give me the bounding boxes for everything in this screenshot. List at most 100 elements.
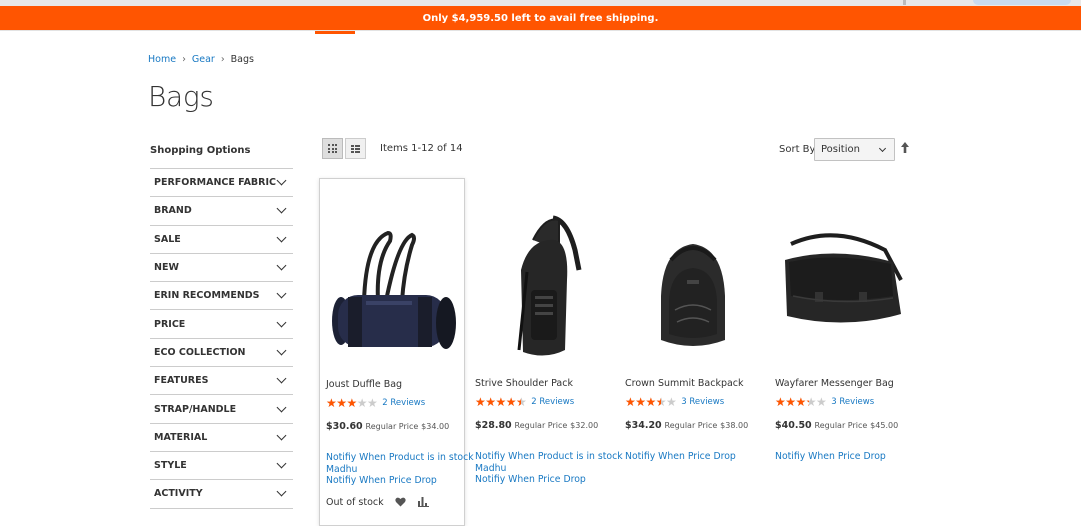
regular-price-label: Regular Price: [365, 422, 419, 431]
filter-features[interactable]: FEATURES: [150, 367, 293, 396]
chevron-down-icon: [276, 373, 287, 384]
rating-stars: ★★★★★★★★★★: [625, 395, 677, 409]
rating-stars-fill: ★★★★★: [475, 396, 521, 408]
regular-price: $32.00: [570, 421, 599, 430]
breadcrumb: Home › Gear › Bags: [148, 54, 254, 65]
chevron-down-icon: [276, 486, 287, 497]
free-shipping-banner: Only $4,959.50 left to avail free shippi…: [0, 6, 1081, 30]
notify-price-drop-link[interactable]: Notifiy When Price Drop: [475, 474, 623, 486]
free-shipping-text: Only $4,959.50 left to avail free shippi…: [422, 12, 659, 24]
product-name[interactable]: Strive Shoulder Pack: [475, 378, 573, 389]
product-price: $34.20 Regular Price $38.00: [625, 420, 748, 431]
notify-price-drop-link[interactable]: Notifiy When Price Drop: [625, 451, 736, 463]
breadcrumb-gear[interactable]: Gear: [192, 54, 215, 65]
grid-view-button[interactable]: [322, 138, 343, 159]
product-rating: ★★★★★★★★★★ 3 Reviews: [775, 396, 874, 408]
product-links: Notifiy When Price Drop: [775, 451, 886, 463]
filter-strap-handle[interactable]: STRAP/HANDLE: [150, 395, 293, 424]
filter-label: NEW: [154, 262, 179, 274]
product-image[interactable]: [625, 200, 759, 380]
chevron-down-icon: [276, 317, 287, 328]
reviews-link[interactable]: 2 Reviews: [382, 398, 425, 408]
page-title: Bags: [148, 80, 214, 113]
heart-icon[interactable]: [395, 497, 406, 507]
list-view-button[interactable]: [345, 138, 366, 159]
products-toolbar: Items 1-12 of 14 Sort By Position: [322, 138, 912, 161]
filter-label: PERFORMANCE FABRIC: [154, 177, 276, 189]
notify-in-stock-link[interactable]: Notifiy When Product is in stock: [326, 452, 474, 464]
product-name[interactable]: Crown Summit Backpack: [625, 378, 744, 389]
product-rating: ★★★★★★★★★★ 3 Reviews: [625, 396, 724, 408]
rating-stars-fill: ★★★★★: [625, 396, 661, 408]
stock-status: Out of stock: [326, 497, 384, 508]
final-price: $28.80: [475, 420, 512, 431]
chevron-down-icon: [276, 402, 287, 412]
reviews-link[interactable]: 3 Reviews: [831, 397, 874, 407]
product-image[interactable]: [326, 201, 460, 381]
filter-label: ACTIVITY: [154, 488, 203, 500]
user-link[interactable]: Madhu: [326, 464, 474, 476]
product-card-strive-shoulder-pack[interactable]: Strive Shoulder Pack ★★★★★★★★★★ 2 Review…: [469, 178, 623, 526]
chevron-down-icon: [276, 175, 287, 186]
rating-stars: ★★★★★★★★★★: [775, 395, 827, 409]
reviews-link[interactable]: 2 Reviews: [531, 397, 574, 407]
filter-erin-recommends[interactable]: ERIN RECOMMENDS: [150, 282, 293, 311]
final-price: $40.50: [775, 420, 812, 431]
filter-material[interactable]: MATERIAL: [150, 424, 293, 452]
filter-price[interactable]: PRICE: [150, 310, 293, 339]
filter-activity[interactable]: ACTIVITY: [150, 480, 293, 509]
list-icon: [351, 144, 360, 153]
breadcrumb-home[interactable]: Home: [148, 54, 176, 65]
notify-in-stock-link[interactable]: Notifiy When Product is in stock: [475, 451, 623, 463]
filter-brand[interactable]: BRAND: [150, 197, 293, 226]
filter-label: ECO COLLECTION: [154, 346, 246, 358]
product-name[interactable]: Wayfarer Messenger Bag: [775, 378, 894, 389]
product-actions: [395, 497, 429, 507]
grid-icon: [328, 144, 337, 153]
chevron-down-icon: [276, 345, 287, 356]
product-card-joust-duffle-bag[interactable]: Joust Duffle Bag ★★★★★★★★★★ 2 Reviews $3…: [319, 178, 474, 526]
sort-by-value: Position: [821, 144, 860, 155]
filter-label: PRICE: [154, 318, 186, 330]
product-rating: ★★★★★★★★★★ 2 Reviews: [326, 397, 425, 409]
filter-new[interactable]: NEW: [150, 254, 293, 283]
filter-label: MATERIAL: [154, 431, 208, 443]
sort-direction-arrow-icon[interactable]: [900, 141, 910, 155]
filter-label: BRAND: [154, 205, 192, 217]
regular-price: $45.00: [870, 421, 899, 430]
filter-performance-fabric[interactable]: PERFORMANCE FABRIC: [150, 169, 293, 198]
filter-eco-collection[interactable]: ECO COLLECTION: [150, 339, 293, 368]
product-name[interactable]: Joust Duffle Bag: [326, 379, 402, 390]
chevron-down-icon: [276, 232, 287, 243]
filter-style[interactable]: STYLE: [150, 452, 293, 481]
reviews-link[interactable]: 3 Reviews: [681, 397, 724, 407]
chevron-down-icon: [276, 458, 287, 469]
notify-price-drop-link[interactable]: Notifiy When Price Drop: [326, 475, 474, 487]
product-image[interactable]: [475, 200, 609, 380]
sort-by-label: Sort By: [779, 144, 816, 155]
rating-stars-fill: ★★★★★: [775, 396, 809, 408]
active-nav-indicator: [315, 31, 355, 34]
breadcrumb-separator: ›: [182, 54, 186, 65]
filter-sale[interactable]: SALE: [150, 226, 293, 254]
sort-by-select[interactable]: Position: [814, 138, 895, 161]
breadcrumb-current: Bags: [230, 54, 254, 65]
rating-stars: ★★★★★★★★★★: [475, 395, 527, 409]
filter-label: FEATURES: [154, 375, 209, 387]
regular-price-label: Regular Price: [664, 421, 718, 430]
user-link[interactable]: Madhu: [475, 463, 623, 475]
chevron-down-icon: [276, 430, 287, 441]
filter-label: STRAP/HANDLE: [154, 403, 237, 415]
product-card-crown-summit-backpack[interactable]: Crown Summit Backpack ★★★★★★★★★★ 3 Revie…: [619, 178, 765, 526]
product-card-wayfarer-messenger-bag[interactable]: Wayfarer Messenger Bag ★★★★★★★★★★ 3 Revi…: [769, 178, 915, 526]
rating-stars-fill: ★★★★★: [326, 397, 357, 409]
product-image[interactable]: [775, 200, 909, 380]
filter-label: ERIN RECOMMENDS: [154, 290, 260, 302]
compare-icon[interactable]: [418, 497, 429, 507]
regular-price: $34.00: [421, 422, 450, 431]
top-strip-button: [973, 0, 1071, 5]
product-rating: ★★★★★★★★★★ 2 Reviews: [475, 396, 574, 408]
product-price: $40.50 Regular Price $45.00: [775, 420, 898, 431]
notify-price-drop-link[interactable]: Notifiy When Price Drop: [775, 451, 886, 463]
filter-label: STYLE: [154, 460, 187, 472]
